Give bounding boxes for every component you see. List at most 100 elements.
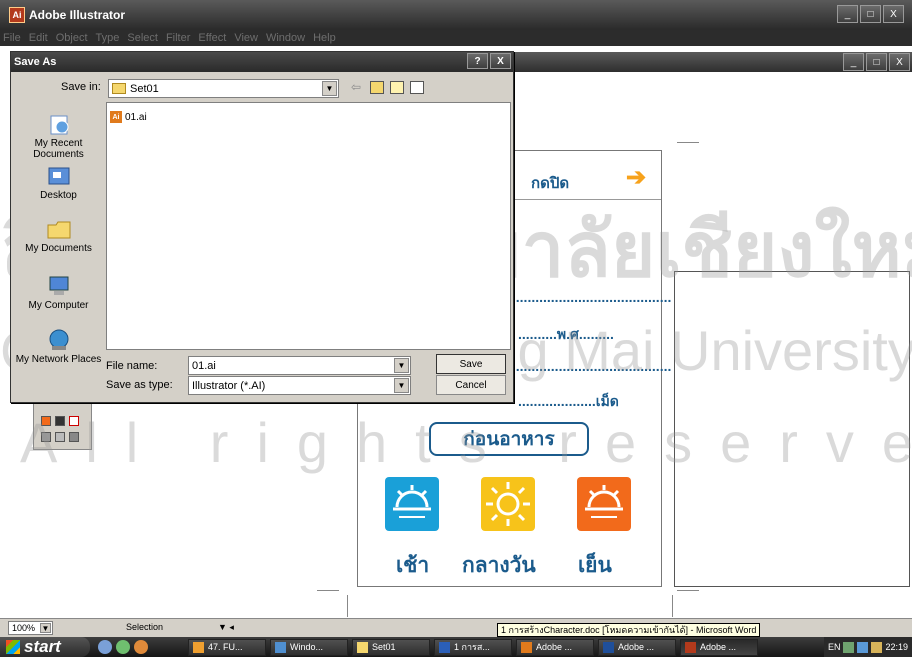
chevron-down-icon[interactable]: ▼: [394, 358, 409, 373]
full-screen-menu-icon[interactable]: [55, 432, 65, 442]
new-folder-icon[interactable]: [390, 80, 405, 94]
gradient-icon[interactable]: [55, 416, 65, 426]
chevron-down-icon[interactable]: ▼: [40, 623, 51, 633]
file-item[interactable]: Ai 01.ai: [110, 111, 147, 123]
zoom-dropdown[interactable]: 100% ▼: [8, 621, 53, 635]
save-in-value: Set01: [130, 82, 159, 95]
file-list[interactable]: Ai 01.ai: [106, 102, 511, 350]
dialog-window-controls: ? X: [467, 53, 511, 69]
places-bar: My Recent Documents Desktop My Documents…: [14, 102, 103, 382]
menu-select[interactable]: Select: [127, 32, 158, 44]
place-my-computer[interactable]: My Computer: [14, 274, 103, 311]
clock: 22:19: [885, 642, 908, 652]
taskbar: start 47. FU... Windo... Set01 1 การส...…: [0, 637, 912, 657]
taskbar-item[interactable]: Set01: [352, 638, 430, 656]
cancel-button[interactable]: Cancel: [436, 375, 506, 395]
close-button[interactable]: X: [883, 5, 904, 23]
folder-icon: [357, 641, 368, 653]
doc-minimize-button[interactable]: _: [843, 53, 864, 71]
tray-icon[interactable]: [871, 641, 883, 653]
file-name-label: File name:: [106, 360, 158, 372]
system-tray: EN 22:19: [823, 637, 912, 657]
recent-documents-icon: [50, 115, 68, 135]
chevron-down-icon[interactable]: ▼: [322, 81, 337, 96]
menu-edit[interactable]: Edit: [29, 32, 48, 44]
save-in-dropdown[interactable]: Set01 ▼: [108, 79, 339, 98]
menu-file[interactable]: File: [3, 32, 21, 44]
dialog-close-button[interactable]: X: [490, 53, 511, 69]
menu-help[interactable]: Help: [313, 32, 336, 44]
menu-effect[interactable]: Effect: [198, 32, 226, 44]
press-open-text: กดปิด: [531, 175, 570, 192]
word-icon: [439, 641, 450, 653]
dotted-line-4: ....................เม็ด: [518, 393, 619, 409]
views-menu-icon[interactable]: [410, 80, 425, 94]
app-icon: [275, 641, 286, 653]
menu-filter[interactable]: Filter: [166, 32, 190, 44]
quick-launch-icon[interactable]: [116, 640, 130, 654]
crop-mark: [677, 142, 699, 143]
place-my-network-places[interactable]: My Network Places: [14, 328, 103, 365]
document-window-controls: _ □ X: [843, 53, 910, 71]
menu-type[interactable]: Type: [96, 32, 120, 44]
place-my-recent-documents[interactable]: My Recent Documents: [14, 112, 103, 160]
current-tool-label: Selection: [126, 622, 164, 632]
illustrator-icon: [685, 641, 696, 653]
status-menu-icon[interactable]: ▼ ◂: [218, 622, 234, 633]
folder-icon: [112, 83, 126, 94]
app-window-controls: _ □ X: [837, 5, 904, 23]
save-in-label: Save in:: [61, 81, 101, 93]
quick-launch-icon[interactable]: [98, 640, 112, 654]
app-title: Adobe Illustrator: [29, 8, 126, 22]
taskbar-item[interactable]: 47. FU...: [188, 638, 266, 656]
chevron-down-icon[interactable]: ▼: [394, 378, 409, 393]
app-icon: [193, 641, 204, 653]
evening-sun-icon: [577, 477, 631, 531]
menu-object[interactable]: Object: [56, 32, 88, 44]
minimize-button[interactable]: _: [837, 5, 858, 23]
quick-launch: [98, 640, 188, 654]
taskbar-item[interactable]: 1 การส...: [434, 638, 512, 656]
save-button[interactable]: Save: [436, 354, 506, 374]
place-my-documents[interactable]: My Documents: [14, 217, 103, 254]
menu-view[interactable]: View: [234, 32, 258, 44]
doc-close-button[interactable]: X: [889, 53, 910, 71]
second-artboard[interactable]: [674, 271, 910, 587]
language-indicator[interactable]: EN: [828, 642, 841, 652]
tray-icon[interactable]: [843, 641, 855, 653]
taskbar-item[interactable]: Windo...: [270, 638, 348, 656]
menubar: File Edit Object Type Select Filter Effect View…: [0, 30, 912, 46]
taskbar-item[interactable]: Adobe ...: [598, 638, 676, 656]
ai-file-icon: Ai: [110, 111, 122, 123]
taskbar-item[interactable]: Adobe ...: [680, 638, 758, 656]
taskbar-tooltip: 1 การสร้างCharacter.doc [โหมดความเข้ากัน…: [497, 623, 761, 637]
screen-mode-icon[interactable]: [41, 432, 51, 442]
quick-launch-icon[interactable]: [134, 640, 148, 654]
up-folder-icon[interactable]: [370, 80, 385, 94]
place-desktop[interactable]: Desktop: [14, 164, 103, 201]
doc-maximize-button[interactable]: □: [866, 53, 887, 71]
before-meal-label: ก่อนอาหาร: [429, 422, 589, 456]
menu-window[interactable]: Window: [266, 32, 305, 44]
morning-label: เช้า: [396, 554, 430, 577]
crop-mark: [672, 595, 673, 617]
fill-color-icon[interactable]: [41, 416, 51, 426]
tray-icon[interactable]: [857, 641, 869, 653]
maximize-button[interactable]: □: [860, 5, 881, 23]
tools-panel: [33, 403, 92, 450]
save-as-type-dropdown[interactable]: Illustrator (*.AI) ▼: [188, 376, 411, 395]
arrow-right-icon: ➔: [626, 164, 647, 191]
taskbar-item[interactable]: Adobe ...: [516, 638, 594, 656]
back-arrow-icon[interactable]: ⇦: [351, 80, 361, 94]
illustrator-logo-icon: Ai: [9, 7, 25, 23]
start-button[interactable]: start: [0, 637, 90, 657]
desktop-icon: [48, 167, 69, 185]
noon-label: กลางวัน: [462, 554, 536, 577]
help-button[interactable]: ?: [467, 53, 488, 69]
dotted-line-2: ..........พ.ศ.........: [518, 326, 614, 342]
full-screen-icon[interactable]: [69, 432, 79, 442]
network-places-icon: [49, 329, 68, 350]
none-icon[interactable]: [69, 416, 79, 426]
file-name-input[interactable]: 01.ai ▼: [188, 356, 411, 375]
noon-sun-icon: [481, 477, 535, 531]
